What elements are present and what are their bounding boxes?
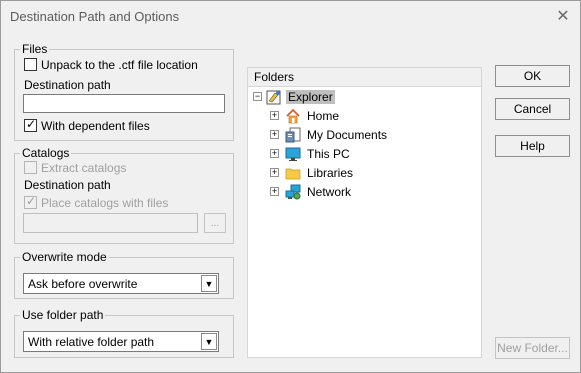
ok-button[interactable]: OK bbox=[495, 65, 570, 87]
cancel-button-label: Cancel bbox=[513, 102, 552, 116]
expand-libraries-icon[interactable]: + bbox=[270, 168, 279, 177]
folders-tree[interactable]: Folders − Explorer + Home + My Documents… bbox=[247, 67, 482, 358]
tree-item-home[interactable]: Home bbox=[307, 109, 339, 123]
expand-home-icon[interactable]: + bbox=[270, 111, 279, 120]
files-group-label: Files bbox=[20, 42, 50, 56]
folder-icon bbox=[285, 168, 301, 180]
new-folder-button[interactable]: New Folder... bbox=[495, 337, 570, 359]
overwrite-mode-value: Ask before overwrite bbox=[28, 277, 138, 291]
overwrite-mode-select[interactable]: Ask before overwrite ▼ bbox=[23, 273, 219, 294]
extract-catalogs-checkbox[interactable] bbox=[24, 161, 37, 174]
ok-button-label: OK bbox=[523, 69, 542, 83]
dialog-window: Destination Path and Options ✕ Files Unp… bbox=[0, 0, 581, 373]
chevron-down-icon[interactable]: ▼ bbox=[201, 275, 217, 292]
folders-header-label: Folders bbox=[254, 70, 295, 84]
extract-catalogs-label: Extract catalogs bbox=[41, 161, 127, 175]
folder-path-group-label: Use folder path bbox=[20, 308, 106, 322]
folder-path-value: With relative folder path bbox=[28, 335, 155, 349]
tree-item-my-documents[interactable]: My Documents bbox=[307, 128, 387, 142]
files-dest-path-input[interactable] bbox=[23, 94, 225, 113]
window-title: Destination Path and Options bbox=[10, 9, 180, 24]
dependent-files-label: With dependent files bbox=[41, 119, 150, 133]
folder-path-select[interactable]: With relative folder path ▼ bbox=[23, 331, 219, 352]
catalogs-path-input[interactable] bbox=[23, 213, 198, 233]
unpack-checkbox[interactable] bbox=[24, 58, 37, 71]
tree-item-this-pc[interactable]: This PC bbox=[307, 147, 350, 161]
close-icon[interactable]: ✕ bbox=[554, 7, 572, 25]
browse-button-label: ... bbox=[210, 217, 220, 229]
home-icon bbox=[286, 108, 300, 124]
place-catalogs-label: Place catalogs with files bbox=[41, 196, 169, 210]
folders-header: Folders bbox=[248, 68, 481, 87]
help-button[interactable]: Help bbox=[495, 135, 570, 157]
catalogs-group-label: Catalogs bbox=[20, 146, 72, 160]
help-button-label: Help bbox=[520, 139, 545, 153]
tree-item-libraries[interactable]: Libraries bbox=[307, 166, 353, 180]
tree-item-explorer[interactable]: Explorer bbox=[286, 90, 335, 104]
dependent-files-checkbox[interactable] bbox=[24, 117, 37, 132]
explorer-icon bbox=[266, 90, 281, 105]
collapse-root-icon[interactable]: − bbox=[253, 92, 262, 101]
catalogs-dest-path-label: Destination path bbox=[24, 178, 111, 192]
unpack-label: Unpack to the .ctf file location bbox=[41, 58, 198, 72]
files-dest-path-label: Destination path bbox=[24, 78, 111, 92]
computer-icon bbox=[285, 147, 301, 161]
expand-this-pc-icon[interactable]: + bbox=[270, 149, 279, 158]
network-icon bbox=[285, 184, 301, 200]
documents-icon bbox=[285, 127, 301, 143]
title-bar: Destination Path and Options ✕ bbox=[1, 1, 580, 32]
overwrite-group-label: Overwrite mode bbox=[20, 250, 109, 264]
browse-button[interactable]: ... bbox=[204, 213, 226, 233]
tree-item-network[interactable]: Network bbox=[307, 185, 351, 199]
chevron-down-icon[interactable]: ▼ bbox=[201, 333, 217, 350]
cancel-button[interactable]: Cancel bbox=[495, 98, 570, 120]
new-folder-button-label: New Folder... bbox=[497, 341, 568, 355]
place-catalogs-checkbox[interactable] bbox=[24, 194, 37, 209]
expand-network-icon[interactable]: + bbox=[270, 187, 279, 196]
expand-my-documents-icon[interactable]: + bbox=[270, 130, 279, 139]
